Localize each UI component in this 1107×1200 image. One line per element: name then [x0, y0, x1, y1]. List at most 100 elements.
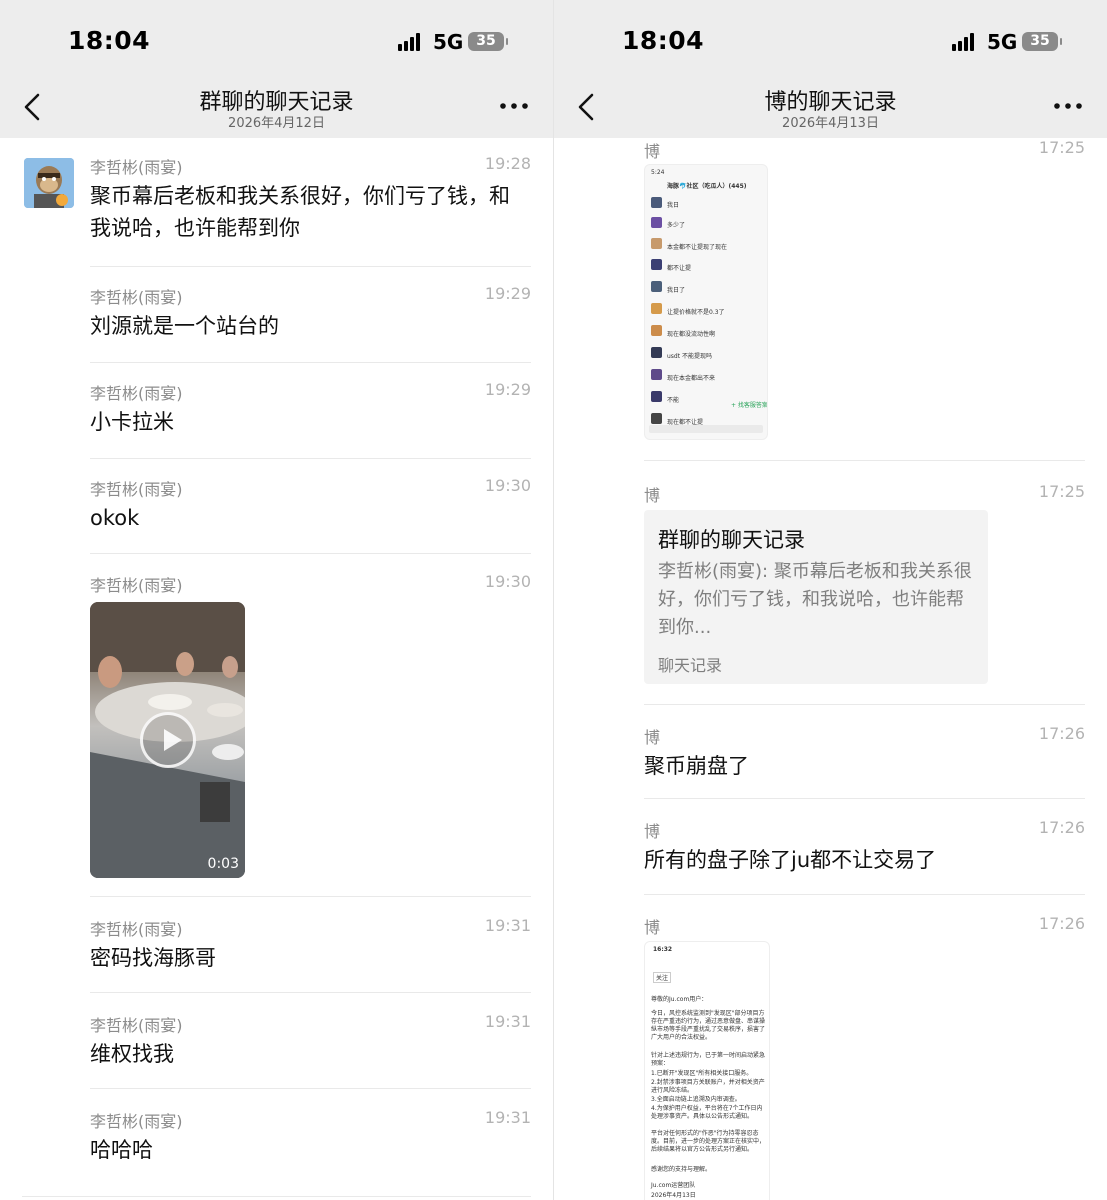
video-thumbnail[interactable]: 0:03 — [90, 602, 245, 878]
sender-name: 李哲彬(雨宴) — [90, 480, 183, 499]
message-item[interactable]: 李哲彬(雨宴) 19:29 刘源就是一个站台的 — [90, 284, 531, 354]
more-icon[interactable] — [499, 96, 529, 116]
sender-name: 博 — [644, 486, 661, 505]
chat-screenshot-image[interactable]: 5:24 海豚🐬社区（吃瓜人）(445) 我日 多少了 本金都不让提现了现在 都… — [644, 164, 768, 440]
sender-name: 李哲彬(雨宴) — [90, 576, 183, 595]
sender-name: 李哲彬(雨宴) — [90, 288, 183, 307]
sender-name: 李哲彬(雨宴) — [90, 158, 183, 177]
video-duration: 0:03 — [207, 856, 239, 872]
message-time: 19:29 — [484, 380, 531, 399]
more-icon[interactable] — [1053, 96, 1083, 116]
screenshot-greeting: 尊敬的Ju.com用户： — [651, 996, 708, 1003]
sender-name: 李哲彬(雨宴) — [90, 1016, 183, 1035]
message-text: 所有的盘子除了ju都不让交易了 — [644, 848, 937, 872]
divider — [90, 362, 531, 363]
card-title: 群聊的聊天记录 — [658, 528, 805, 552]
screenshot-paragraph: 3.全面启动链上追溯及内审调查。 — [651, 1096, 741, 1103]
message-time: 17:25 — [1038, 138, 1085, 157]
page-date: 2026年4月13日 — [782, 116, 879, 131]
message-text: 维权找我 — [90, 1042, 174, 1066]
screenshot-side-button: + 找客服答案 — [731, 402, 768, 409]
screenshot-paragraph: 1.已断开"发现区"所有相关接口服务。 — [651, 1070, 753, 1077]
status-bar: 18:04 5G 35 — [0, 0, 553, 76]
message-text: 聚币崩盘了 — [644, 754, 749, 778]
play-icon[interactable] — [140, 712, 196, 768]
screenshot-line: 让提价格就不是0.3了 — [667, 309, 725, 316]
message-time: 19:31 — [484, 1108, 531, 1127]
screenshot-line: 我日了 — [667, 287, 686, 294]
nav-bar: 博的聊天记录 2026年4月13日 — [554, 76, 1107, 138]
message-time: 19:28 — [484, 154, 531, 173]
screenshot-paragraph: 针对上述违规行为，已于第一时间启动紧急预案： — [651, 1052, 766, 1067]
divider — [90, 896, 531, 897]
signal-icon — [398, 33, 424, 51]
message-text: 小卡拉米 — [90, 410, 174, 434]
screenshot-paragraph: 4.为保护用户权益，平台将在7个工作日内处理涉事资产。具体以公告形式通知。 — [651, 1105, 763, 1120]
divider — [90, 266, 531, 267]
screenshot-line: usdt 不能提现吗 — [667, 353, 712, 360]
sender-name: 博 — [644, 822, 661, 841]
screenshot-time: 16:32 — [653, 946, 673, 953]
message-list[interactable]: 博 17:25 5:24 海豚🐬社区（吃瓜人）(445) 我日 多少了 本金都不… — [554, 138, 1107, 1200]
nav-bar: 群聊的聊天记录 2026年4月12日 — [0, 76, 553, 138]
message-time: 17:26 — [1038, 724, 1085, 743]
message-item[interactable]: 李哲彬(雨宴) 19:28 聚币幕后老板和我关系很好，你们亏了钱，和我说哈，也许… — [90, 154, 531, 264]
screenshot-line: 都不让提 — [667, 265, 692, 272]
message-item[interactable]: 李哲彬(雨宴) 19:31 维权找我 — [90, 1012, 531, 1082]
screenshot-paragraph: 感谢您的支持与理解。 — [651, 1166, 712, 1173]
sender-name: 李哲彬(雨宴) — [90, 384, 183, 403]
left-chat-record-panel: 18:04 5G 35 群聊的聊天记录 2026年4月12日 李哲彬(雨宴) 1… — [0, 0, 553, 1200]
screenshot-line: 多少了 — [667, 222, 686, 229]
divider — [644, 894, 1085, 895]
message-item[interactable]: 李哲彬(雨宴) 19:31 哈哈哈 — [90, 1108, 531, 1178]
message-text: 刘源就是一个站台的 — [90, 314, 279, 338]
screenshot-paragraph: 2.封禁涉事项目方关联账户，并对相关资产进行风险冻结。 — [651, 1079, 765, 1094]
screenshot-paragraph: 今日，风控系统监测到"发现区"部分项目方存在严重违约行为，通过恶意做盘、串谋操纵… — [651, 1010, 766, 1041]
screenshot-tab: 关注 — [653, 972, 672, 983]
divider — [90, 458, 531, 459]
page-date: 2026年4月12日 — [228, 116, 325, 131]
divider — [644, 798, 1085, 799]
avatar[interactable] — [24, 158, 74, 208]
message-item[interactable]: 李哲彬(雨宴) 19:30 okok — [90, 476, 531, 546]
sender-name: 李哲彬(雨宴) — [90, 920, 183, 939]
divider — [644, 704, 1085, 705]
message-list[interactable]: 李哲彬(雨宴) 19:28 聚币幕后老板和我关系很好，你们亏了钱，和我说哈，也许… — [0, 138, 553, 1200]
screenshot-line: 不能 — [667, 397, 680, 404]
announcement-screenshot-image[interactable]: 16:32 关注 尊敬的Ju.com用户： 今日，风控系统监测到"发现区"部分项… — [644, 941, 770, 1200]
sender-name: 博 — [644, 142, 661, 161]
status-time: 18:04 — [622, 26, 705, 55]
screenshot-paragraph: 2026年4月13日 — [651, 1192, 696, 1199]
divider — [90, 553, 531, 554]
message-time: 19:30 — [484, 572, 531, 591]
message-time: 17:26 — [1038, 818, 1085, 837]
message-time: 19:31 — [484, 916, 531, 935]
divider — [22, 1196, 531, 1197]
message-time: 17:26 — [1038, 914, 1085, 933]
screenshot-line: 现在本金都出不来 — [667, 375, 716, 382]
message-text: 密码找海豚哥 — [90, 946, 216, 970]
screenshot-line: 我日 — [667, 202, 680, 209]
message-text: 哈哈哈 — [90, 1138, 153, 1162]
message-item[interactable]: 博 17:26 聚币崩盘了 — [644, 724, 1085, 794]
screenshot-line: 现在都没流动性啊 — [667, 331, 716, 338]
message-item[interactable]: 博 17:26 — [644, 914, 1085, 944]
message-item[interactable]: 李哲彬(雨宴) 19:30 0:03 — [90, 572, 531, 892]
network-type: 5G — [987, 30, 1018, 54]
message-item[interactable]: 博 17:26 所有的盘子除了ju都不让交易了 — [644, 818, 1085, 888]
screenshot-time: 5:24 — [651, 169, 665, 176]
divider — [90, 992, 531, 993]
battery-icon: 35 — [468, 32, 508, 51]
message-item[interactable]: 李哲彬(雨宴) 19:31 密码找海豚哥 — [90, 916, 531, 986]
chat-record-card[interactable]: 群聊的聊天记录 李哲彬(雨宴): 聚币幕后老板和我关系很好，你们亏了钱，和我说哈… — [644, 510, 988, 684]
status-time: 18:04 — [68, 26, 151, 55]
signal-icon — [952, 33, 978, 51]
screenshot-line: 本金都不让提现了现在 — [667, 244, 728, 251]
message-item[interactable]: 博 17:25 群聊的聊天记录 李哲彬(雨宴): 聚币幕后老板和我关系很好，你们… — [644, 482, 1085, 702]
message-text: okok — [90, 506, 140, 530]
message-item[interactable]: 李哲彬(雨宴) 19:29 小卡拉米 — [90, 380, 531, 450]
screenshot-paragraph: Ju.com运营团队 — [651, 1182, 696, 1189]
message-time: 19:30 — [484, 476, 531, 495]
sender-name: 李哲彬(雨宴) — [90, 1112, 183, 1131]
message-time: 19:31 — [484, 1012, 531, 1031]
